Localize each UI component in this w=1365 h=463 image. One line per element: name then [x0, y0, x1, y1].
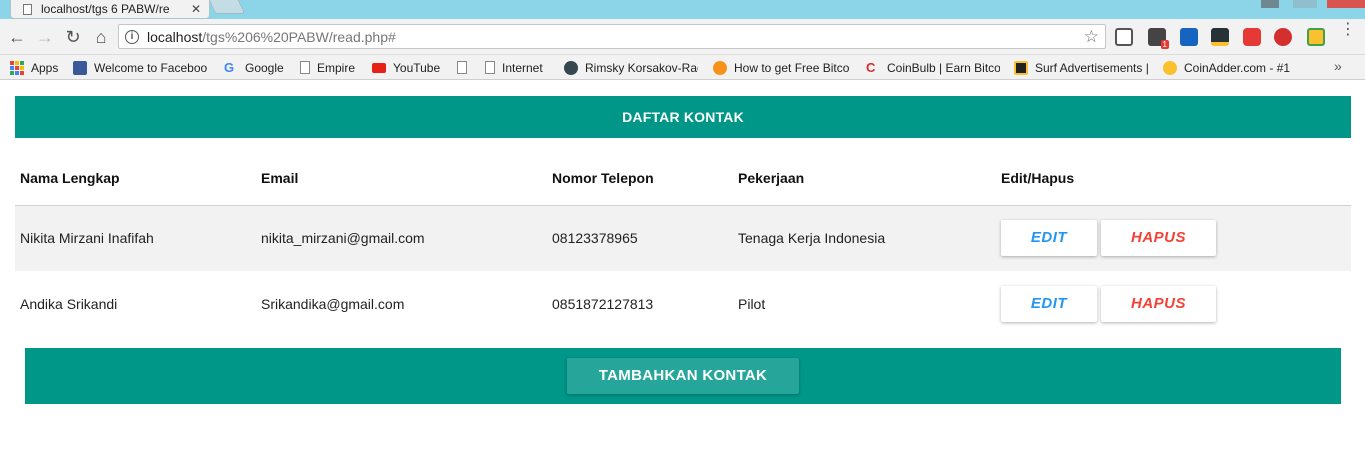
info-icon[interactable]: i — [125, 29, 139, 44]
browser-toolbar: ← → ↻ ⌂ i localhost/tgs%206%20PABW/read.… — [0, 19, 1365, 55]
coinadder-icon — [1163, 60, 1177, 75]
minimize-button[interactable] — [1261, 0, 1279, 8]
column-header-edit-hapus: Edit/Hapus — [996, 152, 1351, 206]
red-camera-extension-icon[interactable] — [1243, 28, 1261, 46]
footer-bar: TAMBAHKAN KONTAK — [25, 348, 1341, 404]
bitcoin-icon — [713, 60, 727, 75]
tab-title: localhost/tgs 6 PABW/re — [41, 2, 170, 16]
menu-icon[interactable]: ⋮ — [1340, 22, 1356, 38]
cell-pekerjaan: Tenaga Kerja Indonesia — [733, 205, 996, 271]
cell-actions: EDIT HAPUS — [996, 205, 1351, 271]
cell-nama: Nikita Mirzani Inafifah — [15, 205, 256, 271]
column-header-pekerjaan: Pekerjaan — [733, 152, 996, 206]
cell-email: nikita_mirzani@gmail.com — [256, 205, 547, 271]
bookmark-facebook[interactable]: Welcome to Faceboo — [73, 59, 210, 76]
edit-button[interactable]: EDIT — [1001, 220, 1097, 257]
page-icon — [300, 61, 310, 74]
hapus-button[interactable]: HAPUS — [1101, 220, 1216, 257]
back-arrow-icon[interactable]: ← — [6, 26, 28, 48]
page-title: DAFTAR KONTAK — [15, 96, 1351, 138]
page-icon — [457, 61, 467, 74]
maximize-button[interactable] — [1293, 0, 1317, 8]
bookmark-surf[interactable]: Surf Advertisements | — [1014, 59, 1148, 76]
coinbulb-icon: C — [866, 59, 876, 75]
new-tab-button[interactable] — [208, 0, 246, 14]
table-row: Nikita Mirzani Inafifah nikita_mirzani@g… — [15, 205, 1351, 271]
bookmarks-bar: Apps Welcome to Faceboo G Google Empire … — [0, 55, 1365, 80]
apps-grid-icon — [10, 60, 24, 75]
cell-telepon: 08123378965 — [547, 205, 733, 271]
cell-email: Srikandika@gmail.com — [261, 296, 405, 312]
cell-actions: EDIT HAPUS — [996, 271, 1351, 337]
url-path: /tgs%206%20PABW/read.php# — [202, 28, 396, 45]
bookmark-youtube[interactable]: YouTube — [372, 59, 440, 76]
bookmark-untitled[interactable] — [457, 59, 474, 76]
add-contact-button[interactable]: TAMBAHKAN KONTAK — [567, 358, 799, 394]
forward-arrow-icon[interactable]: → — [34, 26, 56, 48]
table-row: Andika Srikandi Srikandika@gmail.com 085… — [15, 271, 1351, 337]
bookmark-bitcoin[interactable]: How to get Free Bitco — [713, 59, 852, 76]
rimsky-icon — [564, 60, 578, 75]
google-icon: G — [224, 59, 235, 75]
cell-nama: Andika Srikandi — [20, 296, 118, 312]
cell-telepon: 0851872127813 — [552, 296, 654, 312]
page-icon — [23, 3, 32, 15]
edit-button[interactable]: EDIT — [1001, 286, 1097, 322]
youtube-icon — [372, 62, 386, 73]
chevron-more-icon[interactable]: » — [1334, 58, 1342, 74]
surf-icon — [1014, 60, 1028, 75]
close-window-button[interactable] — [1327, 0, 1365, 8]
bookmark-rimsky[interactable]: Rimsky Korsakov-Rac — [564, 59, 698, 76]
reload-icon[interactable]: ↻ — [62, 26, 84, 48]
tab-strip: localhost/tgs 6 PABW/re ✕ — [0, 0, 1365, 19]
browser-tab[interactable]: localhost/tgs 6 PABW/re ✕ — [10, 0, 210, 19]
facebook-icon — [73, 60, 87, 75]
bookmark-google[interactable]: G Google — [224, 59, 284, 76]
bookmark-coinbulb[interactable]: C CoinBulb | Earn Bitcoi — [866, 59, 1000, 76]
bookmark-internet[interactable]: Internet — [485, 59, 543, 76]
address-bar[interactable]: i localhost/tgs%206%20PABW/read.php# ☆ — [118, 24, 1106, 49]
column-header-telepon: Nomor Telepon — [547, 152, 733, 206]
column-header-nama: Nama Lengkap — [15, 152, 256, 206]
screenshot-extension-icon[interactable] — [1115, 28, 1133, 46]
column-header-email: Email — [256, 152, 547, 206]
v-extension-icon[interactable] — [1307, 28, 1325, 46]
extension-badge-icon[interactable]: 1 — [1148, 28, 1169, 49]
video-extension-icon[interactable] — [1274, 28, 1292, 46]
clapper-extension-icon[interactable] — [1180, 28, 1198, 46]
bookmark-apps[interactable]: Apps — [10, 59, 58, 76]
close-tab-icon[interactable]: ✕ — [189, 2, 203, 16]
bookmark-coinadder[interactable]: CoinAdder.com - #1 — [1163, 59, 1308, 76]
table-header-row: Nama Lengkap Email Nomor Telepon Pekerja… — [15, 152, 1351, 206]
home-icon[interactable]: ⌂ — [90, 26, 112, 48]
page-icon — [485, 61, 495, 74]
cell-pekerjaan: Pilot — [738, 296, 766, 312]
camera-extension-icon[interactable] — [1211, 28, 1229, 46]
url-host: localhost — [147, 28, 203, 45]
contacts-table: Nama Lengkap Email Nomor Telepon Pekerja… — [15, 152, 1351, 337]
star-icon[interactable]: ☆ — [1084, 27, 1099, 47]
hapus-button[interactable]: HAPUS — [1101, 286, 1216, 322]
bookmark-empire[interactable]: Empire — [300, 59, 355, 76]
